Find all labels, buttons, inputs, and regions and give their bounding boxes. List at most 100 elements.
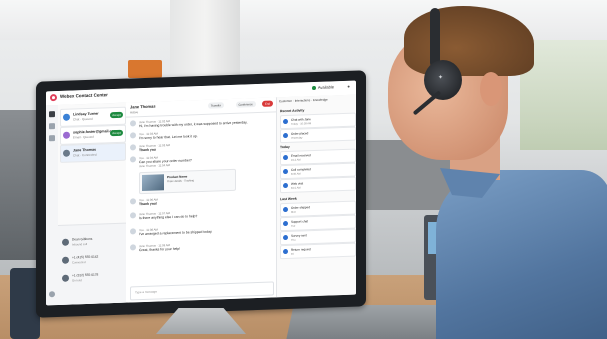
chat-contact-name: Jane Thomas	[130, 103, 156, 110]
avatar-icon	[130, 156, 136, 163]
call-dock: Dean Gibbons Inbound call +1 (415) 555-0…	[58, 222, 126, 306]
chat-nav-icon[interactable]	[49, 123, 55, 130]
product-image	[142, 174, 164, 192]
app-title: Webex Contact Center	[60, 92, 108, 99]
dock-item[interactable]: +1 (415) 555-0142 Connected	[62, 252, 120, 268]
message-meta: Jane Thomas · 11:04 AM	[139, 163, 170, 169]
section-title: Recent Activity	[280, 108, 305, 114]
dock-title: +1 (312) 555-0178	[72, 272, 99, 278]
message-text: Is there anything else I can do to help?	[139, 214, 198, 221]
chat-message: You · 11:08 AM I've arranged a replacemen…	[130, 224, 260, 236]
headset-logo-icon: ✦	[438, 75, 444, 81]
phone-icon	[62, 274, 69, 282]
activity-sub: 8:15 AM	[291, 186, 301, 190]
panel-tabs: Customer · Interactions · Knowledge	[279, 97, 328, 104]
activity-icon	[283, 132, 288, 139]
chat-message: Jane Thomas · 11:07 AM Is there anything …	[130, 208, 260, 220]
chat-message: Jane Thomas · 11:09 AM Great, thanks for …	[130, 240, 260, 252]
monitor-bezel: Webex Contact Center Available ● Lindsay…	[36, 70, 366, 318]
end-button[interactable]: End	[262, 100, 273, 107]
dock-sub: On hold	[72, 278, 82, 283]
task-item-selected[interactable]: Jane Thomas Chat · Connected	[60, 142, 126, 163]
chat-avatar-icon	[63, 113, 70, 121]
activity-icon	[283, 182, 288, 189]
chat-panel: Jane Thomas Active Transfer Conference E…	[126, 97, 276, 303]
activity-icon	[283, 118, 288, 125]
dock-title: Dean Gibbons	[72, 236, 93, 242]
product-card[interactable]: Product Name Order details · Tracking	[139, 168, 236, 195]
conference-button[interactable]: Conference	[235, 101, 256, 108]
dock-title: +1 (415) 555-0142	[72, 254, 99, 260]
phone-icon	[62, 238, 69, 246]
user-avatar-icon[interactable]: ●	[347, 84, 350, 89]
activity-icon	[283, 220, 288, 227]
report-nav-icon[interactable]	[49, 135, 55, 142]
tab-customer[interactable]: Customer	[279, 99, 292, 103]
activity-sub: Today · 10:58 AM	[291, 121, 312, 126]
availability-status[interactable]: Available	[311, 84, 334, 91]
activity-item[interactable]: Return request Fri	[280, 242, 356, 260]
activity-sub: Mon	[291, 210, 297, 214]
dock-item[interactable]: Dean Gibbons Inbound call	[62, 234, 120, 250]
activity-icon	[283, 206, 288, 213]
home-icon[interactable]	[49, 111, 55, 118]
avatar-icon	[130, 212, 136, 219]
section-title: Last Week	[280, 196, 297, 202]
agent-person: ✦	[380, 0, 607, 339]
activity-title: Return request	[291, 247, 311, 252]
task-item[interactable]: sophie.foster@gmail.com Email · Queued A…	[60, 124, 126, 145]
dock-item[interactable]: +1 (312) 555-0178 On hold	[62, 270, 120, 286]
tab-knowledge[interactable]: Knowledge	[313, 98, 328, 103]
activity-icon	[283, 168, 288, 175]
activity-sub: Yesterday	[291, 135, 303, 140]
available-dot-icon	[311, 85, 316, 91]
accept-button[interactable]: Accept	[110, 129, 123, 137]
activity-title: Call completed	[291, 167, 311, 172]
headset-band	[430, 8, 440, 68]
compose-input[interactable]: Type a message	[130, 281, 274, 301]
avatar-icon	[130, 132, 136, 139]
activity-item[interactable]: Web visit 8:15 AM	[280, 176, 356, 194]
activity-title: Order shipped	[291, 205, 311, 210]
avatar-icon	[130, 198, 136, 205]
accept-button[interactable]: Accept	[110, 111, 123, 119]
chat-message: You · 11:03 AM I'm sorry to hear that. Le…	[130, 128, 260, 140]
chat-status: Active	[130, 110, 139, 115]
help-icon[interactable]	[49, 291, 55, 298]
activity-icon	[283, 248, 288, 255]
message-text: Thank you	[139, 147, 156, 153]
product-title: Product Name	[167, 174, 188, 180]
avatar-icon	[130, 120, 136, 127]
activity-icon	[283, 154, 288, 161]
activity-sub: Fri	[291, 252, 295, 256]
task-list: Lindsay Turner Chat · Queued Accept soph…	[58, 102, 127, 306]
monitor-screen: Webex Contact Center Available ● Lindsay…	[46, 80, 356, 306]
chat-avatar-icon	[63, 149, 70, 157]
webex-logo-icon	[50, 94, 57, 102]
task-sub: Chat · Queued	[73, 116, 93, 122]
activity-icon	[283, 234, 288, 241]
section-title: Today	[280, 144, 290, 150]
chat-message: You · 11:04 AM Can you share your order n…	[130, 152, 260, 164]
task-name: Lindsay Turner	[73, 111, 99, 117]
avatar-icon	[130, 244, 136, 251]
activity-sub: Tue	[291, 224, 296, 228]
task-item[interactable]: Lindsay Turner Chat · Queued Accept	[60, 106, 126, 127]
hair	[404, 6, 534, 76]
activity-item[interactable]: Order placed Yesterday	[280, 126, 356, 144]
transfer-button[interactable]: Transfer	[207, 102, 224, 109]
message-text: I'm sorry to hear that. Let me look it u…	[139, 134, 198, 141]
tab-interactions[interactable]: Interactions	[295, 98, 311, 103]
chat-message: You · 11:06 AM Thank you!	[130, 194, 260, 206]
compose-placeholder: Type a message	[135, 289, 158, 295]
activity-title: Survey sent	[291, 233, 307, 238]
message-text: Great, thanks for your help!	[139, 246, 181, 253]
product-sub: Order details · Tracking	[167, 179, 194, 184]
monitor: Webex Contact Center Available ● Lindsay…	[36, 70, 366, 334]
avatar-icon	[130, 228, 136, 235]
avatar-icon	[130, 144, 136, 151]
activity-sub: 8:40 AM	[291, 172, 301, 176]
office-scene: Webex Contact Center Available ● Lindsay…	[0, 0, 607, 339]
activity-title: Email received	[291, 153, 311, 158]
chat-message: Jane Thomas · 11:03 AM Thank you	[130, 140, 260, 152]
